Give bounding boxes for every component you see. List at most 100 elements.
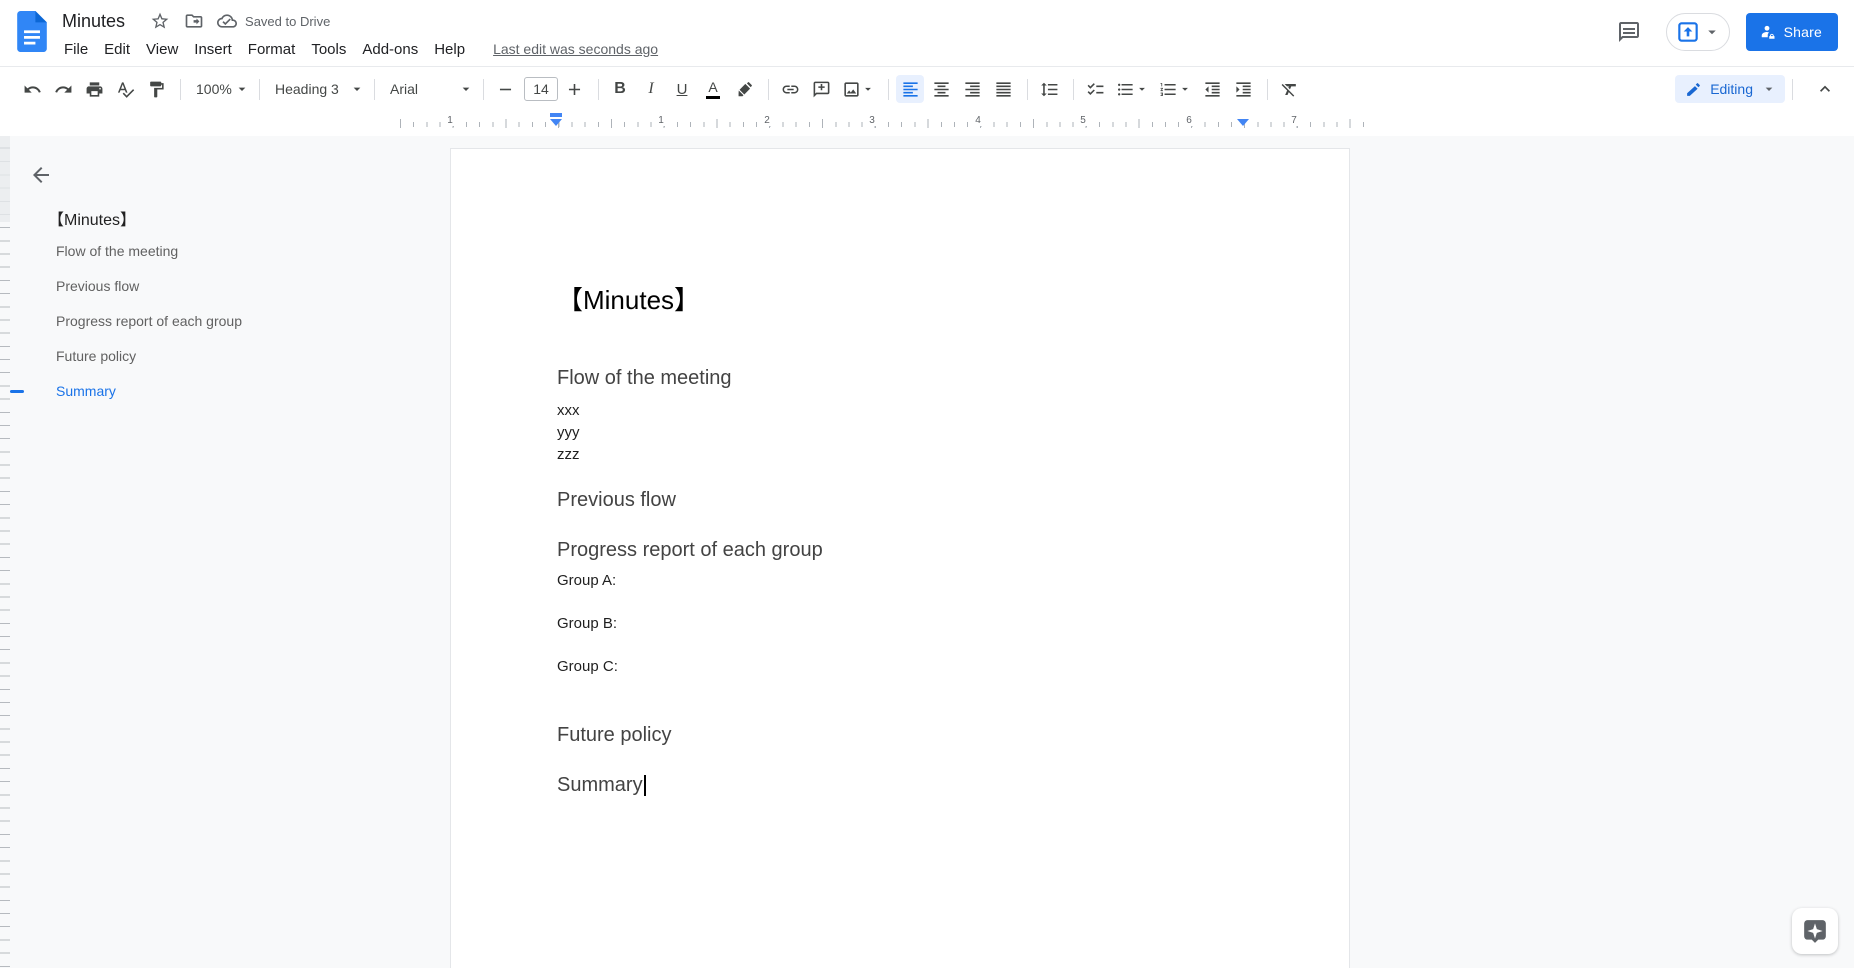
font-dropdown[interactable]: Arial	[382, 75, 476, 103]
align-right-icon	[964, 81, 980, 97]
horizontal-ruler: 1 1 2 3 4 5 6 7	[0, 111, 1854, 136]
chevron-down-icon	[1707, 30, 1716, 35]
mode-dropdown[interactable]: Editing	[1675, 75, 1785, 103]
image-icon	[843, 81, 859, 97]
align-right-button[interactable]	[958, 75, 986, 103]
doc-heading-flow[interactable]: Flow of the meeting	[557, 366, 1243, 391]
menu-format[interactable]: Format	[240, 38, 304, 61]
redo-icon	[54, 85, 71, 93]
last-edit-link[interactable]: Last edit was seconds ago	[489, 38, 662, 60]
align-justify-button[interactable]	[989, 75, 1017, 103]
doc-paragraph[interactable]: Group A:	[557, 570, 1243, 592]
explore-icon	[1804, 920, 1826, 943]
insert-link-button[interactable]	[776, 75, 804, 103]
saved-status[interactable]: Saved to Drive	[217, 11, 330, 31]
open-comments-button[interactable]	[1608, 11, 1650, 53]
paragraph-style-dropdown[interactable]: Heading 3	[267, 75, 367, 103]
doc-paragraph[interactable]: Group C:	[557, 656, 1243, 678]
undo-icon	[24, 85, 41, 93]
editor-canvas: 【Minutes】 Flow of the meeting Previous f…	[0, 136, 1854, 968]
toolbar-divider	[259, 78, 260, 100]
decrease-font-size-button[interactable]	[491, 75, 519, 103]
line-spacing-button[interactable]	[1035, 75, 1063, 103]
outline-item-flow-of-the-meeting[interactable]: Flow of the meeting	[52, 241, 182, 261]
underline-button[interactable]: U	[668, 75, 696, 103]
hide-menus-button[interactable]	[1810, 74, 1840, 104]
doc-heading-future[interactable]: Future policy	[557, 723, 1243, 748]
toolbar-divider	[483, 78, 484, 100]
menu-help[interactable]: Help	[426, 38, 473, 61]
align-center-button[interactable]	[927, 75, 955, 103]
increase-font-size-button[interactable]	[560, 75, 588, 103]
google-docs-app: Minutes Saved to Drive File Edit View In…	[0, 0, 1854, 968]
doc-paragraph[interactable]: yyy	[557, 422, 1243, 444]
doc-heading-summary[interactable]: Summary	[557, 773, 1243, 798]
add-comment-button[interactable]	[807, 75, 835, 103]
italic-button[interactable]: I	[637, 75, 665, 103]
upload-dropdown-button[interactable]	[1665, 13, 1730, 51]
spellcheck-icon	[117, 81, 134, 98]
outline-item-minutes[interactable]: 【Minutes】	[44, 206, 140, 230]
document-title[interactable]: Minutes	[56, 11, 131, 32]
spellcheck-button[interactable]	[111, 75, 139, 103]
outline-item-previous-flow[interactable]: Previous flow	[52, 276, 143, 296]
top-bar: Minutes Saved to Drive File Edit View In…	[0, 0, 1854, 66]
checklist-button[interactable]	[1081, 75, 1109, 103]
numbered-list-button[interactable]	[1155, 75, 1195, 103]
print-button[interactable]	[80, 75, 108, 103]
text-color-button[interactable]: A	[699, 75, 727, 103]
toolbar-divider	[1073, 78, 1074, 100]
toolbar-divider	[1027, 78, 1028, 100]
outline-item-progress-report[interactable]: Progress report of each group	[52, 311, 246, 331]
increase-indent-button[interactable]	[1229, 75, 1257, 103]
star-button[interactable]	[143, 8, 177, 34]
clear-formatting-button[interactable]	[1275, 75, 1303, 103]
explore-button[interactable]	[1792, 908, 1838, 954]
bulleted-list-icon	[1117, 83, 1133, 95]
ruler-number: 1	[443, 115, 457, 126]
first-line-indent-marker[interactable]	[550, 113, 562, 117]
font-size-field[interactable]: 14	[524, 77, 558, 101]
outline-item-future-policy[interactable]: Future policy	[52, 346, 140, 366]
redo-button[interactable]	[49, 75, 77, 103]
text-color-icon: A	[706, 80, 720, 99]
align-left-button[interactable]	[896, 75, 924, 103]
zoom-dropdown[interactable]: 100%	[188, 75, 252, 103]
menu-insert[interactable]: Insert	[186, 38, 240, 61]
menu-view[interactable]: View	[138, 38, 186, 61]
menu-edit[interactable]: Edit	[96, 38, 138, 61]
ruler-ticks	[400, 119, 1364, 128]
vertical-ruler	[0, 136, 10, 968]
mode-label: Editing	[1710, 81, 1753, 97]
doc-heading-progress[interactable]: Progress report of each group	[557, 538, 1243, 563]
document-page[interactable]: 【Minutes】 Flow of the meeting xxx yyy zz…	[450, 148, 1350, 968]
share-label: Share	[1783, 24, 1822, 40]
clear-formatting-icon	[1281, 83, 1296, 97]
doc-paragraph[interactable]: xxx	[557, 400, 1243, 422]
right-indent-marker[interactable]	[1237, 119, 1249, 126]
doc-heading-previous[interactable]: Previous flow	[557, 488, 1243, 513]
insert-image-button[interactable]	[838, 75, 878, 103]
doc-paragraph[interactable]: Group B:	[557, 613, 1243, 635]
share-button[interactable]: Share	[1745, 13, 1838, 51]
highlight-color-button[interactable]	[730, 75, 758, 103]
move-to-folder-button[interactable]	[177, 8, 211, 34]
docs-logo-icon[interactable]	[17, 11, 47, 52]
left-indent-marker[interactable]	[550, 119, 562, 126]
doc-title[interactable]: 【Minutes】	[557, 283, 1243, 317]
doc-paragraph[interactable]: zzz	[557, 444, 1243, 466]
ruler-number: 4	[971, 115, 985, 126]
outline-item-summary[interactable]: Summary	[52, 381, 120, 401]
bulleted-list-button[interactable]	[1112, 75, 1152, 103]
menu-addons[interactable]: Add-ons	[354, 38, 426, 61]
menu-tools[interactable]: Tools	[303, 38, 354, 61]
paint-format-icon	[149, 81, 164, 97]
align-justify-icon	[995, 81, 1011, 97]
undo-button[interactable]	[18, 75, 46, 103]
bold-button[interactable]: B	[606, 75, 634, 103]
close-outline-button[interactable]	[26, 160, 56, 190]
menu-file[interactable]: File	[56, 38, 96, 61]
decrease-indent-button[interactable]	[1198, 75, 1226, 103]
paint-format-button[interactable]	[142, 75, 170, 103]
checklist-icon	[1087, 82, 1103, 95]
